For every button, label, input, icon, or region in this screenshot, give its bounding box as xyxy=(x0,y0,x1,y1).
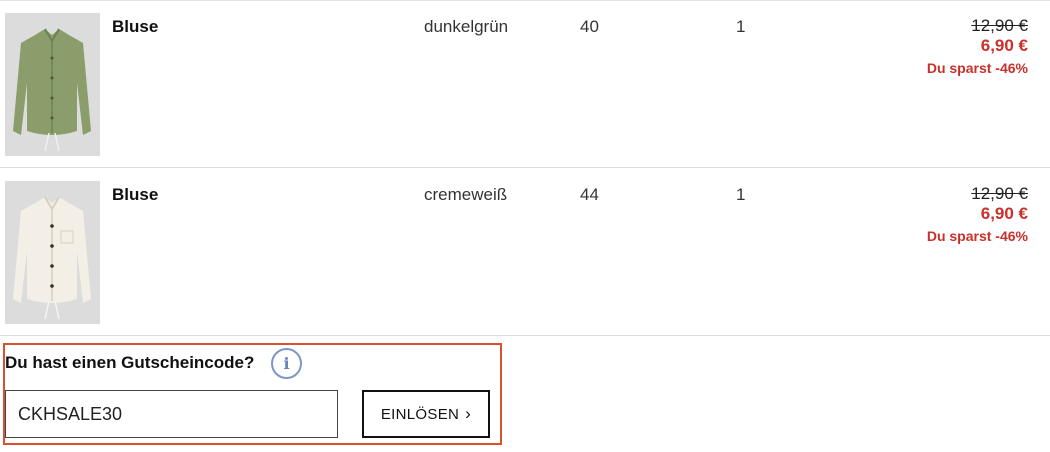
price-block: 12,90 € 6,90 € Du sparst -46% xyxy=(927,16,1028,78)
old-price: 12,90 € xyxy=(971,16,1028,35)
saving-label: Du sparst -46% xyxy=(926,228,1028,244)
product-color: cremeweiß xyxy=(424,185,508,204)
cart-item-row: Bluse dunkelgrün 40 1 12,90 € 6,90 € Du … xyxy=(0,0,1050,168)
product-image[interactable] xyxy=(5,181,100,324)
cart-item-row: Bluse cremeweiß 44 1 12,90 € 6,90 € Du s… xyxy=(0,168,1050,336)
product-quantity: 1 xyxy=(736,185,746,204)
product-quantity: 1 xyxy=(736,17,746,36)
redeem-button-label: EINLÖSEN xyxy=(380,405,460,423)
product-name[interactable]: Bluse xyxy=(112,185,158,205)
product-color: dunkelgrün xyxy=(424,17,509,36)
product-image[interactable] xyxy=(5,13,100,156)
redeem-voucher-button[interactable]: EINLÖSEN › xyxy=(362,390,490,438)
old-price: 12,90 € xyxy=(971,184,1028,203)
product-size: 44 xyxy=(580,185,599,204)
sale-price: 6,90 € xyxy=(980,204,1028,223)
price-block: 12,90 € 6,90 € Du sparst -46% xyxy=(927,184,1028,246)
chevron-right-icon: › xyxy=(465,404,472,423)
voucher-code-input[interactable] xyxy=(5,390,338,438)
product-name[interactable]: Bluse xyxy=(112,17,158,37)
blouse-cream-icon xyxy=(5,181,100,324)
info-icon[interactable]: i xyxy=(271,348,302,379)
saving-label: Du sparst -46% xyxy=(926,60,1028,76)
voucher-title: Du hast einen Gutscheincode? xyxy=(5,353,255,372)
sale-price: 6,90 € xyxy=(980,36,1028,55)
blouse-green-icon xyxy=(5,13,100,156)
product-size: 40 xyxy=(580,17,599,36)
